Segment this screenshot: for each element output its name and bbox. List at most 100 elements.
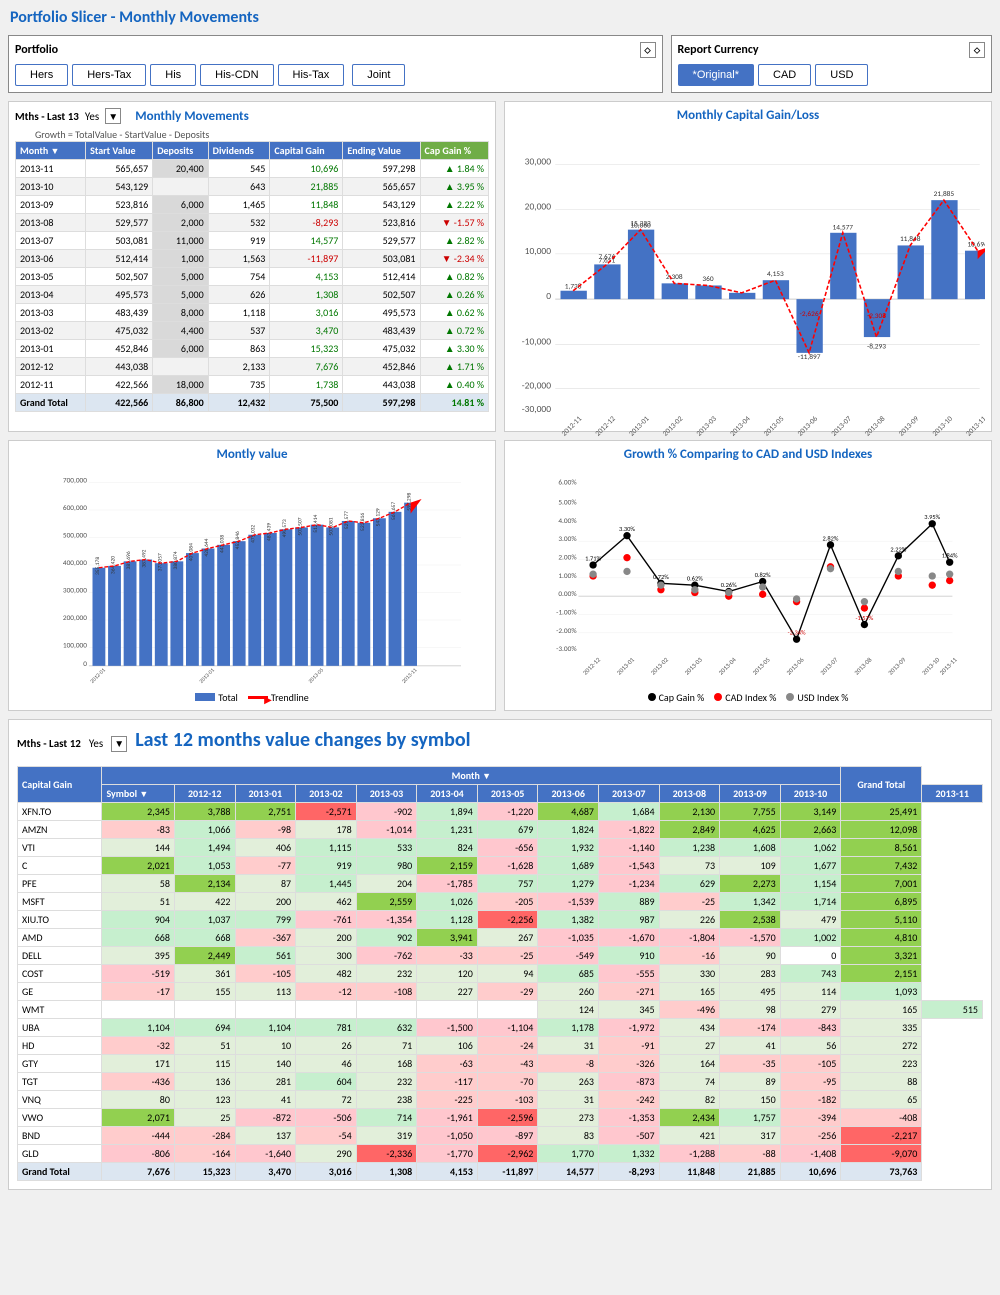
portfolio-slicer-icon[interactable]: ⬦ xyxy=(640,42,656,58)
svg-text:3.95%: 3.95% xyxy=(924,513,940,521)
svg-text:2013-01: 2013-01 xyxy=(627,414,651,438)
bottom-mths-label: Mths - Last 12 xyxy=(17,737,81,750)
svg-text:2012-12: 2012-12 xyxy=(593,414,617,438)
svg-text:15,323: 15,323 xyxy=(630,218,651,227)
svg-text:2013-10: 2013-10 xyxy=(930,414,954,438)
monthly-value-chart: 700,000 600,000 500,000 400,000 300,000 … xyxy=(15,466,489,686)
grand-total-row: Grand Total 422,566 86,800 12,432 75,500… xyxy=(16,394,489,412)
list-item: VTI xyxy=(18,838,102,856)
legend-usd-index: USD Index % xyxy=(786,691,848,704)
list-item: WMT xyxy=(18,1000,102,1018)
svg-text:2013-05: 2013-05 xyxy=(751,656,772,677)
svg-text:2013-04: 2013-04 xyxy=(728,414,752,438)
growth-chart-title: Growth % Comparing to CAD and USD Indexe… xyxy=(511,447,985,462)
mths-filter-yes: Yes xyxy=(85,110,99,123)
svg-text:2.22%: 2.22% xyxy=(890,545,906,553)
svg-text:2013-05: 2013-05 xyxy=(762,414,786,438)
svg-text:700,000: 700,000 xyxy=(63,475,87,484)
svg-text:1.00%: 1.00% xyxy=(558,571,576,580)
list-item: VWO xyxy=(18,1108,102,1126)
legend-cap-gain: Cap Gain % xyxy=(648,691,705,704)
svg-text:-2.34%: -2.34% xyxy=(788,629,806,637)
svg-text:10,000: 10,000 xyxy=(525,245,552,257)
col-2013-07: 2013-07 xyxy=(598,784,659,802)
svg-text:2013-04: 2013-04 xyxy=(717,655,738,676)
list-item: TGT xyxy=(18,1072,102,1090)
col-2013-02: 2013-02 xyxy=(296,784,357,802)
svg-text:2012-11: 2012-11 xyxy=(559,414,583,438)
btn-his-tax[interactable]: His-Tax xyxy=(278,64,345,86)
svg-text:2013-11: 2013-11 xyxy=(401,667,418,684)
svg-text:0.26%: 0.26% xyxy=(721,581,737,589)
btn-original[interactable]: *Original* xyxy=(678,64,754,86)
col-ending-value: Ending Value xyxy=(343,142,420,160)
svg-text:5.00%: 5.00% xyxy=(558,497,576,506)
svg-text:512,414: 512,414 xyxy=(313,514,319,532)
bottom-mths-yes: Yes xyxy=(89,737,103,750)
svg-text:14,577: 14,577 xyxy=(833,223,854,232)
table-row: 2013-09 xyxy=(16,196,86,214)
col-cap-gain: Capital Gain xyxy=(270,142,343,160)
btn-hers[interactable]: Hers xyxy=(15,64,68,86)
portfolio-label: Portfolio xyxy=(15,43,58,57)
currency-slicer-icon[interactable]: ⬦ xyxy=(969,42,985,58)
svg-text:-1.57%: -1.57% xyxy=(855,614,873,622)
currency-buttons: *Original* CAD USD xyxy=(678,64,985,86)
svg-text:2.00%: 2.00% xyxy=(558,552,576,561)
currency-label: Report Currency xyxy=(678,43,759,57)
svg-text:300,000: 300,000 xyxy=(63,585,87,594)
btn-his-cdn[interactable]: His-CDN xyxy=(200,64,273,86)
svg-text:6.00%: 6.00% xyxy=(558,477,576,486)
monthly-movements-table: Month ▼ Start Value Deposits Dividends C… xyxy=(15,141,489,412)
svg-text:373,057: 373,057 xyxy=(157,553,163,571)
svg-text:-2,308: -2,308 xyxy=(867,311,886,320)
svg-text:2013-02: 2013-02 xyxy=(661,414,685,438)
svg-text:1.84%: 1.84% xyxy=(942,552,958,560)
btn-hers-tax[interactable]: Hers-Tax xyxy=(72,64,146,86)
svg-text:100,000: 100,000 xyxy=(63,640,87,649)
list-item: AMD xyxy=(18,928,102,946)
col-2012-12: 2012-12 xyxy=(174,784,235,802)
btn-cad[interactable]: CAD xyxy=(758,64,811,86)
symbol-section: Mths - Last 12 Yes ▼ Last 12 months valu… xyxy=(8,719,992,1190)
svg-text:0.00%: 0.00% xyxy=(558,589,576,598)
svg-text:600,000: 600,000 xyxy=(63,503,87,512)
col-2013-08: 2013-08 xyxy=(659,784,720,802)
svg-text:409,084: 409,084 xyxy=(188,543,194,561)
svg-text:2013-06: 2013-06 xyxy=(795,414,819,438)
svg-text:2013-01: 2013-01 xyxy=(199,667,216,684)
symbol-grand-total-row: Grand Total 7,67615,3233,4703,0161,3084,… xyxy=(18,1162,983,1180)
svg-text:200,000: 200,000 xyxy=(63,613,87,622)
col-month-header: Month ▼ xyxy=(102,766,841,784)
growth-chart: 6.00% 5.00% 4.00% 3.00% 2.00% 1.00% 0.00… xyxy=(511,466,985,686)
svg-text:2013-09: 2013-09 xyxy=(887,655,908,676)
svg-text:400,000: 400,000 xyxy=(63,558,87,567)
btn-his[interactable]: His xyxy=(150,64,196,86)
btn-usd[interactable]: USD xyxy=(815,64,868,86)
svg-text:2013-03: 2013-03 xyxy=(694,414,718,438)
list-item: UBA xyxy=(18,1018,102,1036)
svg-text:381,696: 381,696 xyxy=(126,551,132,569)
svg-text:-2,626: -2,626 xyxy=(800,309,819,318)
svg-text:0: 0 xyxy=(546,290,551,302)
bottom-section-title: Last 12 months value changes by symbol xyxy=(135,728,470,752)
svg-text:2013-08: 2013-08 xyxy=(853,656,874,677)
btn-joint[interactable]: Joint xyxy=(352,64,405,86)
col-2013-05: 2013-05 xyxy=(477,784,538,802)
svg-text:2013-09: 2013-09 xyxy=(897,414,921,438)
svg-text:2013-10: 2013-10 xyxy=(920,655,941,676)
svg-text:3.00%: 3.00% xyxy=(558,534,576,543)
col-month: Month ▼ xyxy=(16,142,86,160)
list-item: C xyxy=(18,856,102,874)
svg-text:500,000: 500,000 xyxy=(63,530,87,539)
bottom-filter-icon[interactable]: ▼ xyxy=(111,736,127,752)
list-item: PFE xyxy=(18,874,102,892)
table-row: 2013-08 xyxy=(16,214,86,232)
mths-filter-icon[interactable]: ▼ xyxy=(105,108,121,124)
legend-total: Total xyxy=(195,691,238,704)
table-row: 2013-07 xyxy=(16,232,86,250)
table-row: 2013-04 xyxy=(16,286,86,304)
table-row: 2013-02 xyxy=(16,322,86,340)
svg-text:2013-11: 2013-11 xyxy=(938,656,959,677)
svg-text:2013-07: 2013-07 xyxy=(829,414,853,438)
